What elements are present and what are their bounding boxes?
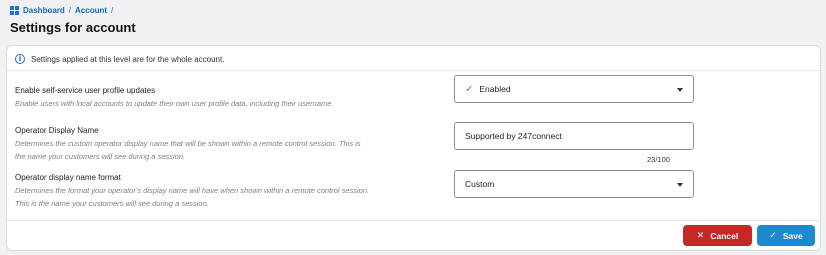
name-format-select[interactable]: Custom	[454, 170, 694, 198]
breadcrumb-separator: /	[68, 6, 72, 15]
breadcrumb: Dashboard / Account /	[10, 6, 117, 15]
breadcrumb-account-link[interactable]: Account	[75, 6, 107, 15]
name-format-label: Operator display name format	[15, 173, 121, 182]
self-service-description: Enable users with local accounts to upda…	[15, 99, 334, 108]
name-format-description: Determines the format your operator's di…	[15, 186, 370, 208]
breadcrumb-separator: /	[111, 6, 114, 15]
self-service-value: Enabled	[479, 84, 511, 94]
close-icon: ✕	[696, 230, 705, 240]
check-icon: ✓	[769, 230, 777, 240]
caret-down-icon	[677, 88, 683, 92]
display-name-value: Supported by 247connect	[465, 131, 562, 141]
save-button[interactable]: ✓ Save	[757, 225, 815, 246]
info-text: Settings applied at this level are for t…	[31, 54, 225, 64]
breadcrumb-dashboard-link[interactable]: Dashboard	[23, 6, 65, 15]
page-title: Settings for account	[10, 20, 136, 35]
caret-down-icon	[677, 183, 683, 187]
display-name-label: Operator Display Name	[15, 126, 99, 135]
info-banner: i Settings applied at this level are for…	[15, 54, 224, 64]
check-icon: ✓	[465, 83, 474, 95]
save-label: Save	[782, 230, 803, 241]
self-service-label: Enable self-service user profile updates	[15, 86, 156, 95]
cancel-button[interactable]: ✕ Cancel	[683, 225, 752, 246]
dashboard-icon	[10, 6, 19, 15]
self-service-select[interactable]: ✓ Enabled	[454, 75, 694, 103]
footer-divider	[7, 220, 820, 221]
character-counter: 23/100	[647, 155, 670, 164]
settings-card: i Settings applied at this level are for…	[6, 45, 821, 251]
cancel-label: Cancel	[710, 230, 739, 241]
display-name-input[interactable]: Supported by 247connect	[454, 122, 694, 150]
name-format-value: Custom	[465, 179, 495, 189]
info-icon: i	[15, 54, 25, 64]
divider	[7, 70, 820, 71]
display-name-description: Determines the custom operator display n…	[15, 139, 361, 161]
